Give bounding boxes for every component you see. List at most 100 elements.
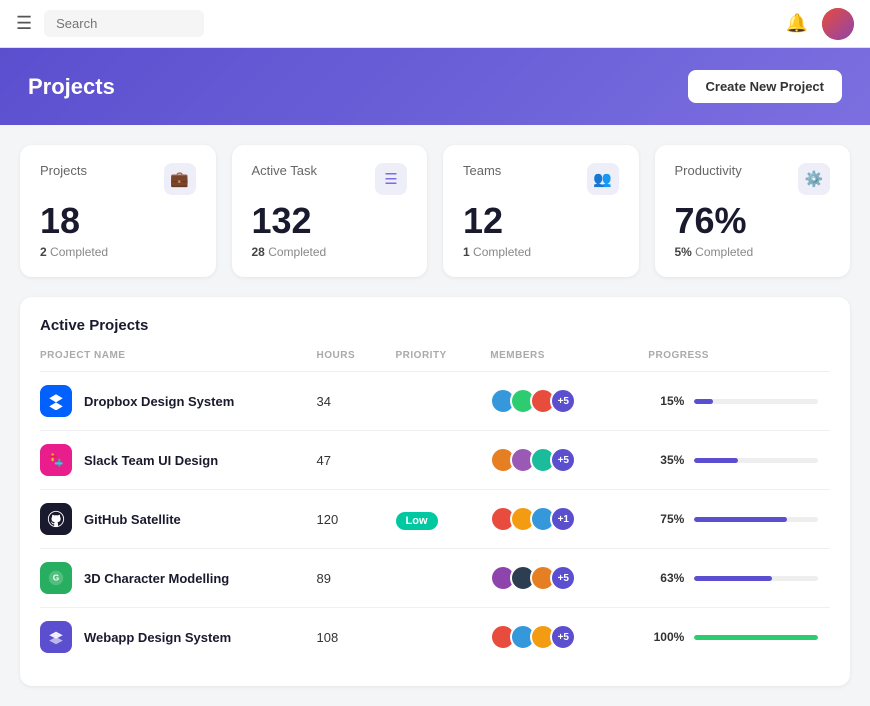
stat-value: 132 [252,203,408,239]
svg-text:G: G [53,574,59,583]
progress-bar-bg [694,517,818,522]
project-name: 3D Character Modelling [84,571,229,586]
header-banner: Projects Create New Project [0,48,870,125]
table-header-priority: PRIORITY [396,350,491,372]
progress-bar-fill [694,399,713,404]
project-priority: Low [396,490,491,549]
stat-card-projects: Projects 💼 18 2 Completed [20,145,216,277]
project-members: +5 [490,549,648,608]
project-members: +1 [490,490,648,549]
project-progress: 35% [648,431,830,490]
hamburger-icon[interactable]: ☰ [16,13,32,34]
table-header-project-name: PROJECT NAME [40,350,317,372]
project-name-cell: G 3D Character Modelling [40,549,317,608]
project-name: Dropbox Design System [84,394,234,409]
progress-cell: 75% [648,512,818,526]
stat-sub: 1 Completed [463,245,619,259]
project-members: +5 [490,608,648,667]
progress-label: 100% [648,630,684,644]
project-name: GitHub Satellite [84,512,181,527]
progress-cell: 35% [648,453,818,467]
progress-bar-fill [694,458,737,463]
table-body: Dropbox Design System 34 +5 15% Slack Te… [40,372,830,667]
table-header-progress: PROGRESS [648,350,830,372]
stat-card-header: Active Task ☰ [252,163,408,195]
project-members: +5 [490,372,648,431]
stat-value: 12 [463,203,619,239]
project-name-wrapper: G 3D Character Modelling [40,562,305,594]
stats-row: Projects 💼 18 2 Completed Active Task ☰ … [0,125,870,287]
create-project-button[interactable]: Create New Project [688,70,843,103]
progress-label: 63% [648,571,684,585]
project-logo [40,503,72,535]
member-count-badge: +5 [550,565,576,591]
project-name-wrapper: Webapp Design System [40,621,305,653]
project-hours: 108 [317,608,396,667]
project-priority [396,549,491,608]
search-input[interactable] [56,16,192,31]
member-count-badge: +5 [550,388,576,414]
stat-sub: 2 Completed [40,245,196,259]
stat-card-active-task: Active Task ☰ 132 28 Completed [232,145,428,277]
project-name-cell: Slack Team UI Design [40,431,317,490]
stat-value: 76% [675,203,831,239]
avatar[interactable] [822,8,854,40]
stat-sub: 28 Completed [252,245,408,259]
stat-value: 18 [40,203,196,239]
active-projects-title: Active Projects [40,317,830,334]
progress-bar-bg [694,399,818,404]
member-count-badge: +5 [550,624,576,650]
table-row: Dropbox Design System 34 +5 15% [40,372,830,431]
project-members: +5 [490,431,648,490]
project-hours: 47 [317,431,396,490]
stat-label: Projects [40,163,87,178]
stat-label: Productivity [675,163,742,178]
project-priority [396,372,491,431]
stat-label: Active Task [252,163,318,178]
members-stack: +5 [490,565,636,591]
progress-label: 75% [648,512,684,526]
project-name-wrapper: Dropbox Design System [40,385,305,417]
table-row: G 3D Character Modelling 89 +5 63% [40,549,830,608]
members-stack: +5 [490,388,636,414]
members-stack: +5 [490,447,636,473]
project-name-wrapper: GitHub Satellite [40,503,305,535]
members-stack: +1 [490,506,636,532]
project-logo: G [40,562,72,594]
project-hours: 89 [317,549,396,608]
project-name: Slack Team UI Design [84,453,218,468]
stat-card-productivity: Productivity ⚙️ 76% 5% Completed [655,145,851,277]
bell-icon[interactable]: 🔔 [786,13,808,34]
stat-sub: 5% Completed [675,245,831,259]
project-progress: 63% [648,549,830,608]
progress-cell: 100% [648,630,818,644]
project-name-cell: GitHub Satellite [40,490,317,549]
project-hours: 120 [317,490,396,549]
stat-icon: ⚙️ [798,163,830,195]
member-count-badge: +1 [550,506,576,532]
progress-label: 15% [648,394,684,408]
stat-label: Teams [463,163,501,178]
table-header: PROJECT NAMEHOURSPRIORITYMEMBERSPROGRESS [40,350,830,372]
project-logo [40,385,72,417]
progress-bar-fill [694,635,818,640]
project-priority [396,608,491,667]
progress-cell: 15% [648,394,818,408]
stat-icon: 💼 [164,163,196,195]
project-name-cell: Webapp Design System [40,608,317,667]
table-row: GitHub Satellite 120 Low +1 75% [40,490,830,549]
progress-bar-fill [694,576,772,581]
stat-card-teams: Teams 👥 12 1 Completed [443,145,639,277]
progress-bar-fill [694,517,787,522]
projects-section: Active Projects PROJECT NAMEHOURSPRIORIT… [20,297,850,686]
project-logo [40,621,72,653]
project-progress: 75% [648,490,830,549]
project-hours: 34 [317,372,396,431]
stat-card-header: Projects 💼 [40,163,196,195]
search-box [44,10,204,37]
project-name-cell: Dropbox Design System [40,372,317,431]
progress-label: 35% [648,453,684,467]
stat-icon: ☰ [375,163,407,195]
table-row: Slack Team UI Design 47 +5 35% [40,431,830,490]
table-header-hours: HOURS [317,350,396,372]
